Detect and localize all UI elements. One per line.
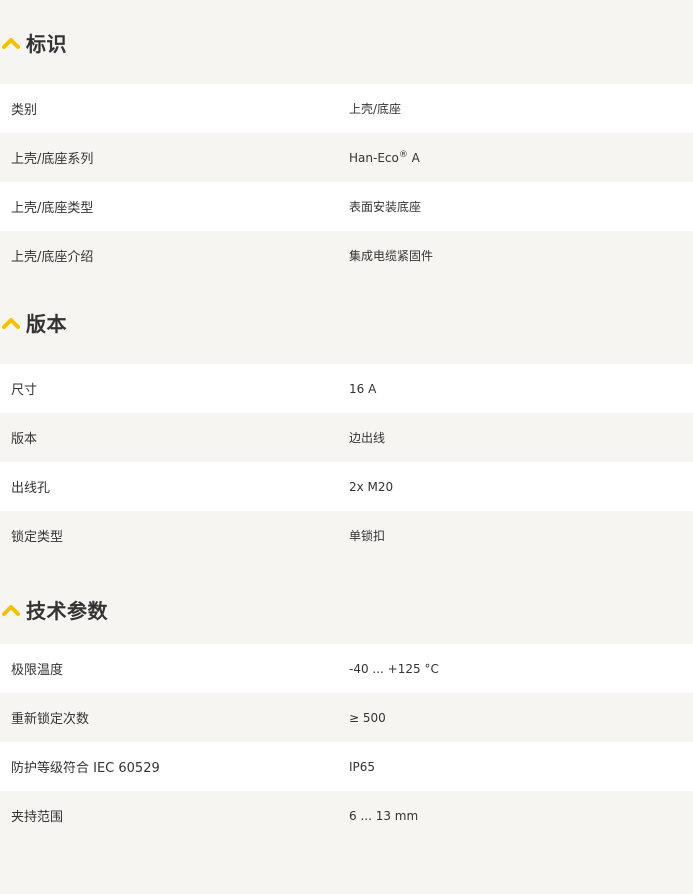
row-label: 上壳/底座类型 (11, 201, 94, 216)
table-row: 版本 边出线 (0, 413, 693, 462)
row-value: 单锁扣 (349, 529, 386, 543)
section-header-version[interactable]: 版本 (0, 280, 693, 364)
section-header-identification[interactable]: 标识 (0, 0, 693, 84)
chevron-up-icon (2, 38, 20, 49)
table-row: 锁定类型 单锁扣 (0, 511, 693, 560)
chevron-up-icon (2, 318, 20, 329)
table-row: 类别 上壳/底座 (0, 84, 693, 133)
table-row: 出线孔 2x M20 (0, 462, 693, 511)
row-label: 防护等级符合 IEC 60529 (11, 761, 160, 776)
row-value: 2x M20 (349, 479, 394, 494)
table-row: 上壳/底座类型 表面安装底座 (0, 182, 693, 231)
table-row: 上壳/底座介绍 集成电缆紧固件 (0, 231, 693, 280)
row-label: 版本 (11, 432, 38, 447)
row-value: 集成电缆紧固件 (349, 249, 434, 263)
row-label: 锁定类型 (11, 530, 64, 545)
row-label: 上壳/底座系列 (11, 152, 94, 167)
chevron-up-icon (2, 605, 20, 616)
section-title: 标识 (26, 31, 67, 56)
section-technical-data: 技术参数 极限温度 -40 ... +125 °C 重新锁定次数 ≥ 500 防… (0, 574, 693, 840)
row-value: 16 A (349, 381, 377, 396)
row-value: 表面安装底座 (349, 200, 422, 214)
row-value: 6 ... 13 mm (349, 808, 419, 823)
section-version: 版本 尺寸 16 A 版本 边出线 出线孔 2x M20 锁定类型 单锁扣 (0, 280, 693, 560)
row-value: IP65 (349, 759, 376, 774)
row-label: 上壳/底座介绍 (11, 250, 94, 265)
row-value: 上壳/底座 (349, 102, 402, 116)
table-row: 极限温度 -40 ... +125 °C (0, 644, 693, 693)
table-row: 重新锁定次数 ≥ 500 (0, 693, 693, 742)
section-identification: 标识 类别 上壳/底座 上壳/底座系列 Han-Eco® A 上壳/底座类型 表… (0, 0, 693, 280)
section-title: 版本 (26, 311, 67, 336)
row-value-text: Han-Eco (349, 150, 399, 165)
row-value-suffix: A (407, 150, 420, 165)
section-title: 技术参数 (26, 598, 108, 623)
section-spacer (0, 560, 693, 574)
table-row: 上壳/底座系列 Han-Eco® A (0, 133, 693, 182)
table-row: 防护等级符合 IEC 60529 IP65 (0, 742, 693, 791)
table-row: 夹持范围 6 ... 13 mm (0, 791, 693, 840)
row-label: 重新锁定次数 (11, 712, 90, 727)
table-row: 尺寸 16 A (0, 364, 693, 413)
row-value: ≥ 500 (349, 710, 386, 725)
registered-mark: ® (398, 149, 408, 160)
row-label: 尺寸 (11, 383, 38, 398)
row-value: 边出线 (349, 431, 386, 445)
row-label: 夹持范围 (11, 810, 64, 825)
row-label: 类别 (11, 103, 38, 118)
row-value: Han-Eco® A (349, 149, 693, 165)
section-header-technical-data[interactable]: 技术参数 (0, 574, 693, 644)
row-label: 出线孔 (11, 481, 51, 496)
row-label: 极限温度 (11, 663, 64, 678)
row-value: -40 ... +125 °C (349, 661, 439, 676)
